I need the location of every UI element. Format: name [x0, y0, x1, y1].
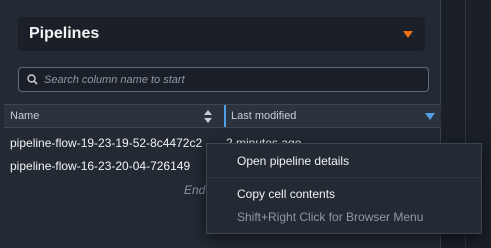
pipelines-dropdown[interactable]: Pipelines: [18, 17, 425, 51]
search-placeholder: Search column name to start: [44, 73, 185, 86]
table-header: Name Last modified: [4, 104, 441, 128]
menu-item-open-pipeline-details[interactable]: Open pipeline details: [237, 154, 349, 168]
column-header-name-label: Name: [10, 110, 40, 122]
dropdown-label: Pipelines: [29, 25, 100, 42]
column-header-last-modified[interactable]: Last modified: [224, 105, 441, 127]
column-search-input[interactable]: Search column name to start: [18, 67, 429, 92]
column-header-name[interactable]: Name: [10, 105, 218, 127]
cell-name[interactable]: pipeline-flow-19-23-19-52-8c4472c2: [10, 136, 222, 150]
menu-item-copy-cell-contents[interactable]: Copy cell contents: [237, 187, 335, 201]
caret-down-icon: [403, 31, 413, 38]
end-of-list-text: End: [184, 183, 206, 197]
filter-caret-icon[interactable]: [425, 113, 435, 120]
menu-item-browser-menu-hint: Shift+Right Click for Browser Menu: [237, 210, 424, 224]
context-menu: Open pipeline details Copy cell contents…: [206, 143, 482, 234]
column-header-last-modified-label: Last modified: [231, 110, 297, 122]
search-icon: [27, 74, 38, 85]
menu-separator: [207, 177, 481, 178]
cell-name[interactable]: pipeline-flow-16-23-20-04-726149: [10, 159, 222, 173]
sort-icon[interactable]: [203, 109, 213, 124]
